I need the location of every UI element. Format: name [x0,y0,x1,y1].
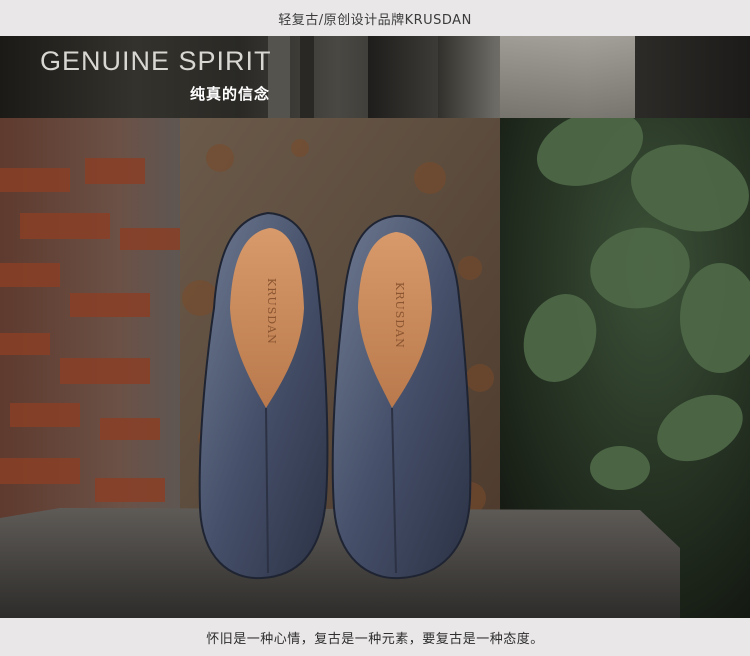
product-detail-page: 轻复古/原创设计品牌KRUSDAN GENUINE SPIRIT 纯真的信念 K… [0,0,750,656]
left-insole-brand: KRUSDAN [265,278,278,345]
banner-headline: GENUINE SPIRIT [40,46,272,76]
banner-subheadline: 纯真的信念 [190,85,271,103]
shoes-scene-image: KRUSDAN KRUSDAN [0,118,750,618]
bottom-caption-bar: 怀旧是一种心情，复古是一种元素，要复古是一种态度。 [0,618,750,656]
banner-dark-doorway [368,36,438,118]
top-title-bar: 轻复古/原创设计品牌KRUSDAN [0,0,750,36]
right-insole-brand: KRUSDAN [393,282,406,349]
left-shoe [198,211,329,580]
brand-title: 轻复古/原创设计品牌KRUSDAN [278,12,472,28]
banner-dark-edge [635,36,750,118]
right-shoe [331,214,472,580]
banner-door-frame [300,36,314,118]
genuine-spirit-banner: GENUINE SPIRIT 纯真的信念 [0,36,750,118]
nostalgia-caption: 怀旧是一种心情，复古是一种元素，要复古是一种态度。 [206,631,544,647]
product-photo: KRUSDAN KRUSDAN [0,118,750,618]
